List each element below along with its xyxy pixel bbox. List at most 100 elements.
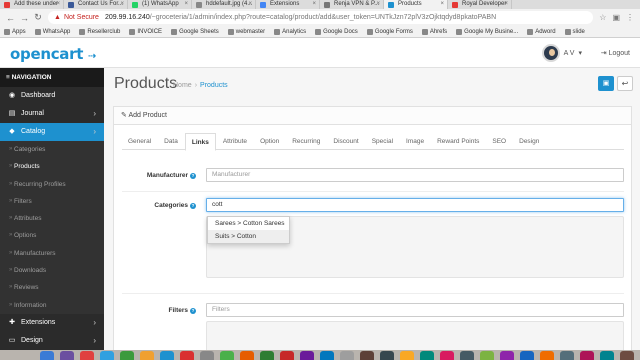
help-icon[interactable]: ? <box>190 308 196 314</box>
close-icon[interactable]: × <box>440 0 444 9</box>
dock-app-icon[interactable] <box>620 351 634 360</box>
dock-app-icon[interactable] <box>240 351 254 360</box>
close-icon[interactable]: × <box>248 0 252 9</box>
forward-arrow-icon[interactable]: → <box>20 13 29 23</box>
manufacturer-input[interactable]: Manufacturer <box>206 168 624 182</box>
tab-option[interactable]: Option <box>254 133 285 150</box>
dock-app-icon[interactable] <box>480 351 494 360</box>
bookmark-item[interactable]: Resellerclub <box>79 28 120 35</box>
bookmark-item[interactable]: Ahrefs <box>421 28 447 35</box>
dock-app-icon[interactable] <box>80 351 94 360</box>
menu-dots-icon[interactable]: ⋮ <box>626 13 634 22</box>
submenu-item-filters[interactable]: Filters <box>0 193 104 211</box>
reload-icon[interactable]: ↻ <box>34 12 42 23</box>
breadcrumb-products[interactable]: Products <box>200 82 228 89</box>
browser-tab[interactable]: Add these under × <box>0 0 64 9</box>
dock-app-icon[interactable] <box>220 351 234 360</box>
address-bar[interactable]: ▲ Not Secure 209.99.16.240/~groceteria/1… <box>48 11 594 24</box>
dock-app-icon[interactable] <box>540 351 554 360</box>
dock-app-icon[interactable] <box>400 351 414 360</box>
dock-app-icon[interactable] <box>160 351 174 360</box>
bookmark-item[interactable]: slide <box>564 28 585 35</box>
sidebar-item-extensions[interactable]: ✚ Extensions › <box>0 314 104 332</box>
submenu-item-products[interactable]: Products <box>0 158 104 176</box>
dock-app-icon[interactable] <box>320 351 334 360</box>
submenu-item-categories[interactable]: Categories <box>0 141 104 159</box>
dock-app-icon[interactable] <box>60 351 74 360</box>
bookmark-item[interactable]: Google Docs <box>315 28 358 35</box>
opencart-logo[interactable]: opencart ⇢ <box>10 45 96 63</box>
browser-tab[interactable]: (1) WhatsApp × <box>128 0 192 9</box>
browser-tab[interactable]: Products × <box>384 0 448 9</box>
close-icon[interactable]: × <box>120 0 124 9</box>
bookmark-item[interactable]: Analytics <box>274 28 306 35</box>
dock-app-icon[interactable] <box>140 351 154 360</box>
bookmark-item[interactable]: WhatsApp <box>34 28 70 35</box>
bookmark-item[interactable]: Apps <box>4 28 26 35</box>
tab-image[interactable]: Image <box>400 133 430 150</box>
filters-input[interactable]: Filters <box>206 303 624 317</box>
submenu-item-options[interactable]: Options <box>0 227 104 245</box>
tab-links[interactable]: Links <box>184 133 216 151</box>
dock-app-icon[interactable] <box>500 351 514 360</box>
dock-app-icon[interactable] <box>280 351 294 360</box>
submenu-item-attributes[interactable]: Attributes <box>0 210 104 228</box>
tab-general[interactable]: General <box>122 133 157 150</box>
bookmark-item[interactable]: Google My Busine... <box>456 28 518 35</box>
tab-discount[interactable]: Discount <box>327 133 364 150</box>
breadcrumb-home[interactable]: Home <box>173 82 192 89</box>
close-icon[interactable]: × <box>184 0 188 9</box>
dock-app-icon[interactable] <box>420 351 434 360</box>
dock-app-icon[interactable] <box>120 351 134 360</box>
browser-tab[interactable]: Royal Developer × <box>448 0 512 9</box>
dock-app-icon[interactable] <box>260 351 274 360</box>
submenu-item-downloads[interactable]: Downloads <box>0 262 104 280</box>
submenu-item-reviews[interactable]: Reviews <box>0 279 104 297</box>
star-icon[interactable]: ☆ <box>599 13 606 22</box>
dock-app-icon[interactable] <box>440 351 454 360</box>
tab-design[interactable]: Design <box>513 133 545 150</box>
extension-icon[interactable]: ▣ <box>612 13 620 22</box>
dock-app-icon[interactable] <box>460 351 474 360</box>
dock-app-icon[interactable] <box>600 351 614 360</box>
submenu-item-recurring-profiles[interactable]: Recurring Profiles <box>0 176 104 194</box>
suggestion-suits-cotton[interactable]: Suits > Cotton <box>208 230 289 243</box>
sidebar-item-journal[interactable]: ▤ Journal › <box>0 105 104 123</box>
sidebar-item-design[interactable]: ▭ Design › <box>0 332 104 350</box>
tab-data[interactable]: Data <box>158 133 184 150</box>
dock-app-icon[interactable] <box>380 351 394 360</box>
close-icon[interactable]: × <box>376 0 380 9</box>
logout-link[interactable]: ⇥ Logout <box>601 49 630 57</box>
submenu-item-manufacturers[interactable]: Manufacturers <box>0 245 104 263</box>
close-icon[interactable]: × <box>504 0 508 9</box>
bookmark-item[interactable]: Google Sheets <box>171 28 219 35</box>
tab-attribute[interactable]: Attribute <box>217 133 253 150</box>
tab-reward-points[interactable]: Reward Points <box>431 133 485 150</box>
close-icon[interactable]: × <box>312 0 316 9</box>
dock-app-icon[interactable] <box>580 351 594 360</box>
save-button[interactable]: ▣ <box>598 76 614 91</box>
dock-app-icon[interactable] <box>100 351 114 360</box>
close-icon[interactable]: × <box>56 0 60 9</box>
dock-app-icon[interactable] <box>360 351 374 360</box>
dock-app-icon[interactable] <box>200 351 214 360</box>
browser-tab[interactable]: Renja VPN & P... × <box>320 0 384 9</box>
suggestion-cotton-sarees[interactable]: Sarees > Cotton Sarees <box>208 217 289 230</box>
tab-seo[interactable]: SEO <box>486 133 512 150</box>
dock-app-icon[interactable] <box>560 351 574 360</box>
user-menu[interactable]: A V ▾ <box>541 44 582 62</box>
dock-app-icon[interactable] <box>180 351 194 360</box>
help-icon[interactable]: ? <box>190 173 196 179</box>
browser-tab[interactable]: Contact Us For... × <box>64 0 128 9</box>
dock-app-icon[interactable] <box>340 351 354 360</box>
back-button[interactable]: ↩ <box>617 76 633 91</box>
bookmark-item[interactable]: Google Forms <box>366 28 413 35</box>
tab-special[interactable]: Special <box>366 133 399 150</box>
dock-app-icon[interactable] <box>40 351 54 360</box>
back-arrow-icon[interactable]: ← <box>6 13 15 23</box>
sidebar-item-dashboard[interactable]: ◉ Dashboard <box>0 87 104 105</box>
browser-tab[interactable]: hddefault.jpg (4... × <box>192 0 256 9</box>
categories-input[interactable]: cott <box>206 198 624 212</box>
tab-recurring[interactable]: Recurring <box>286 133 326 150</box>
help-icon[interactable]: ? <box>190 203 196 209</box>
